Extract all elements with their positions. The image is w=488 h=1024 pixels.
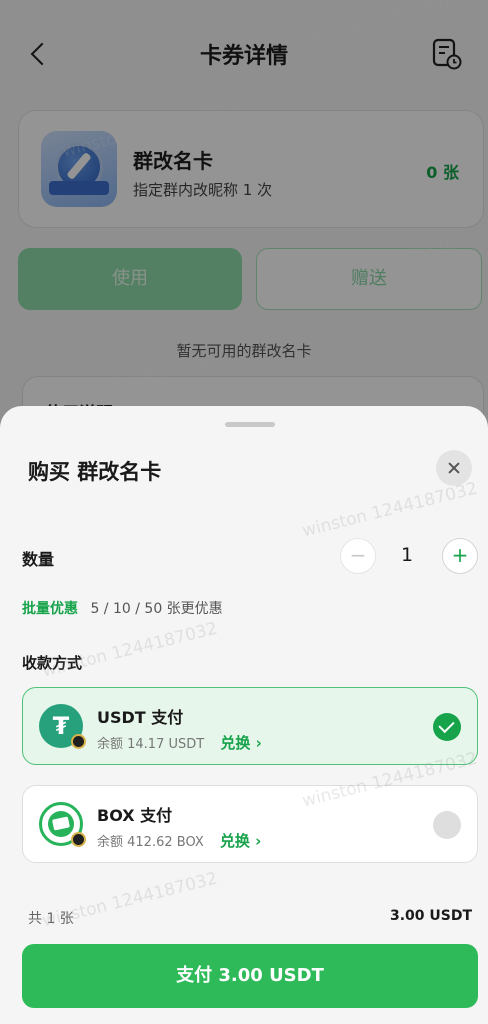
- exchange-link[interactable]: 兑换 ›: [220, 832, 261, 850]
- quantity-value: 1: [400, 544, 414, 566]
- pay-button[interactable]: 支付 3.00 USDT: [22, 944, 478, 1008]
- increase-button[interactable]: +: [442, 538, 478, 574]
- unselected-radio-icon[interactable]: [433, 811, 461, 839]
- sheet-title: 购买 群改名卡: [28, 460, 162, 484]
- payment-balance-row: 余额 412.62 BOX 兑换 ›: [97, 830, 261, 851]
- total-price: 3.00 USDT: [389, 908, 472, 924]
- close-icon[interactable]: [436, 450, 472, 486]
- payment-balance-row: 余额 14.17 USDT 兑换 ›: [97, 732, 262, 753]
- decrease-button[interactable]: −: [340, 538, 376, 574]
- payment-balance: 余额 412.62 BOX: [97, 835, 204, 850]
- quantity-label: 数量: [22, 550, 55, 569]
- payment-method-label: 收款方式: [22, 654, 83, 672]
- bulk-discount-label: 批量优惠: [22, 601, 78, 617]
- selected-check-icon[interactable]: [433, 713, 461, 741]
- chain-badge-icon: [71, 734, 86, 749]
- bulk-discount-row: 批量优惠 5 / 10 / 50 张更优惠: [22, 598, 223, 618]
- payment-name: BOX 支付: [97, 806, 173, 825]
- payment-option-box[interactable]: BOX 支付 余额 412.62 BOX 兑换 ›: [22, 785, 478, 863]
- chain-badge-icon: [71, 832, 86, 847]
- payment-option-usdt[interactable]: ₮ USDT 支付 余额 14.17 USDT 兑换 ›: [22, 687, 478, 765]
- payment-name: USDT 支付: [97, 708, 184, 727]
- payment-balance: 余额 14.17 USDT: [97, 737, 205, 752]
- drag-handle[interactable]: [225, 422, 275, 427]
- bulk-discount-text: 5 / 10 / 50 张更优惠: [90, 601, 223, 617]
- exchange-link[interactable]: 兑换 ›: [220, 734, 261, 752]
- total-count: 共 1 张: [28, 911, 74, 927]
- purchase-sheet: 购买 群改名卡 数量 − 1 + 批量优惠 5 / 10 / 50 张更优惠 收…: [0, 406, 488, 1024]
